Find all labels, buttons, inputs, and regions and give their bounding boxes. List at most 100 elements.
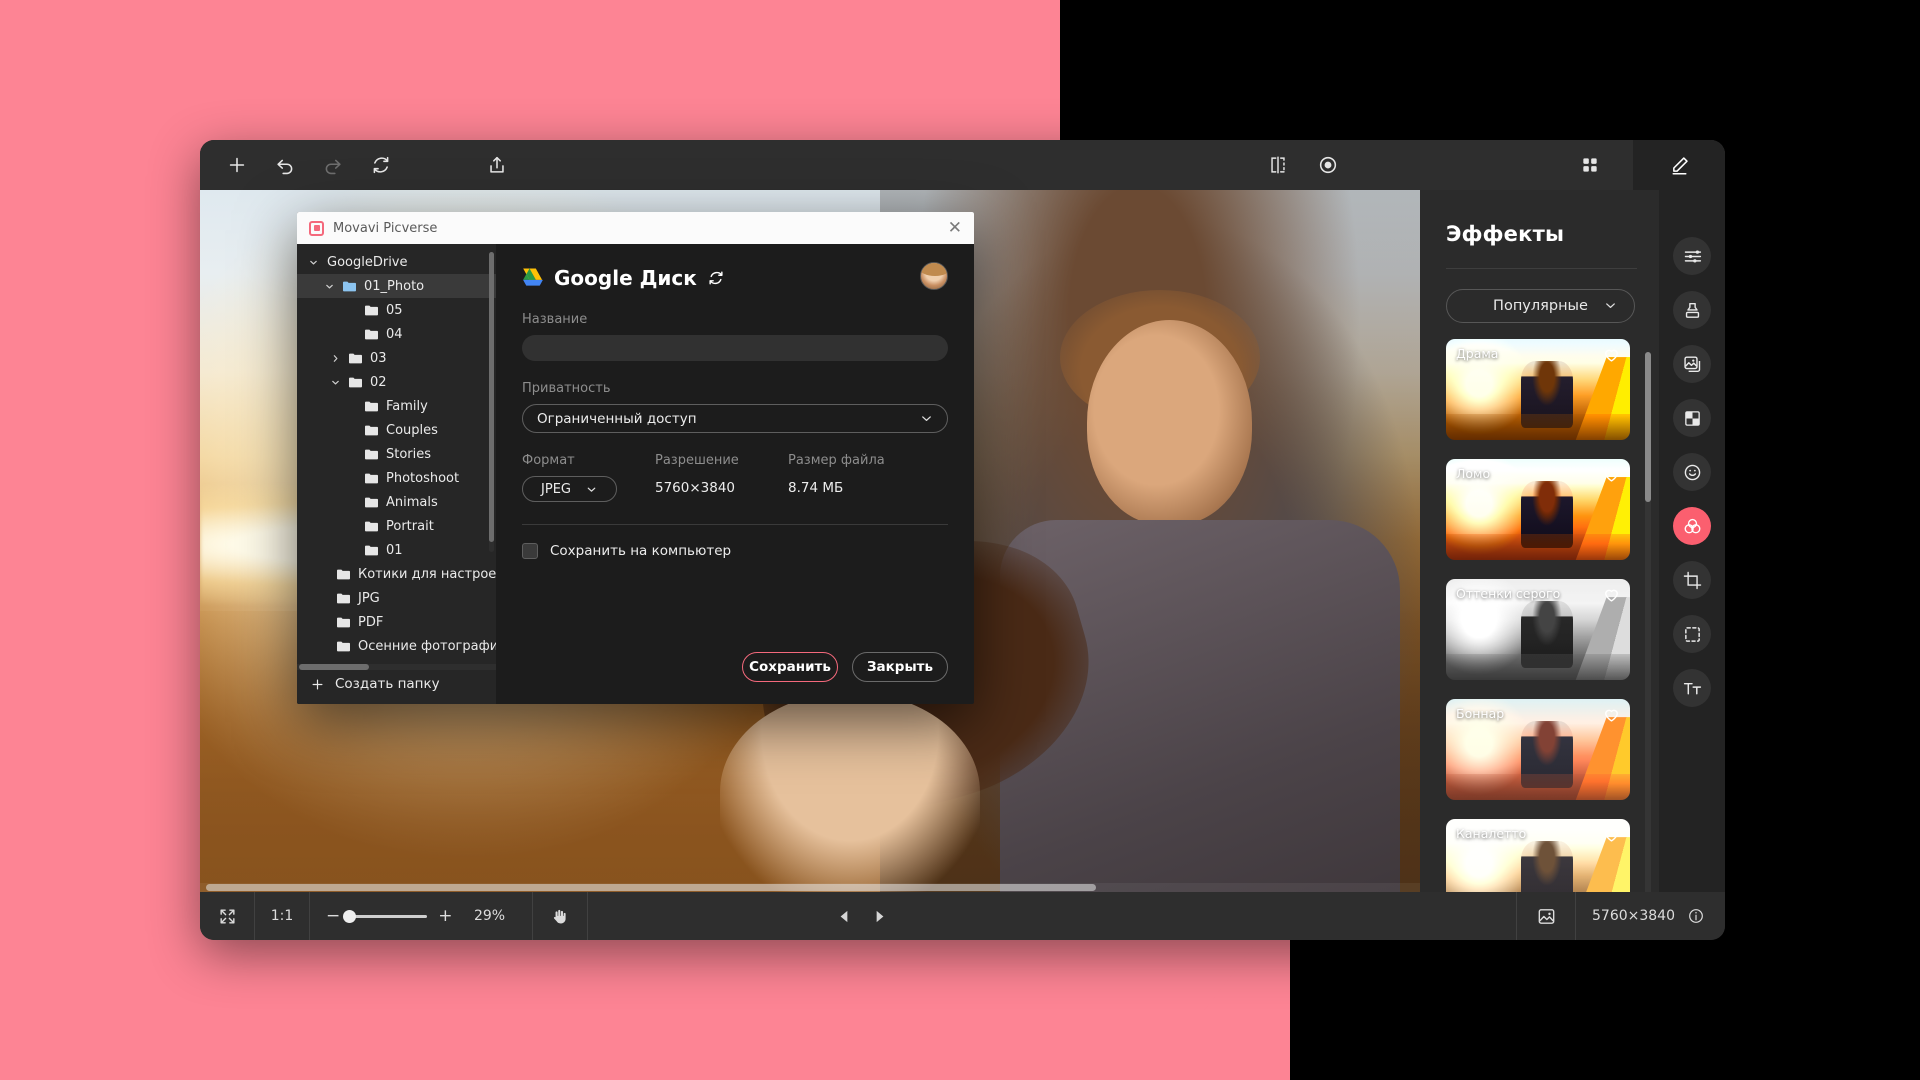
tree-row[interactable]: PDF — [297, 610, 496, 634]
checkbox-box[interactable] — [522, 543, 538, 559]
favorite-heart-icon[interactable] — [1602, 465, 1621, 484]
redo-icon[interactable] — [310, 145, 356, 185]
avatar[interactable] — [920, 262, 948, 290]
privacy-select[interactable]: Ограниченный доступ — [522, 404, 948, 433]
undo-icon[interactable] — [262, 145, 308, 185]
format-value: JPEG — [541, 481, 571, 497]
tree-row-label: Couples — [386, 422, 438, 438]
compare-icon[interactable] — [1255, 145, 1301, 185]
tree-row[interactable]: 04 — [297, 322, 496, 346]
google-drive-icon — [522, 268, 544, 288]
effects-icon[interactable] — [1673, 507, 1711, 545]
tree-row-label: Котики для настроения — [358, 566, 496, 582]
scrollbar-thumb[interactable] — [206, 884, 1096, 891]
preview-icon[interactable] — [1305, 145, 1351, 185]
tree-row[interactable]: GoogleDrive — [297, 250, 496, 274]
close-button[interactable]: Закрыть — [852, 652, 948, 682]
tree-row-label: PDF — [358, 614, 384, 630]
tree-row[interactable]: 02 — [297, 370, 496, 394]
effect-card[interactable]: Боннар — [1446, 699, 1630, 800]
save-button[interactable]: Сохранить — [742, 652, 838, 682]
stamp-icon[interactable] — [1673, 291, 1711, 329]
zoom-knob[interactable] — [343, 909, 357, 923]
tree-row[interactable]: 01 — [297, 538, 496, 562]
tree-row[interactable]: Portrait — [297, 514, 496, 538]
plus-icon — [310, 677, 325, 692]
favorite-heart-icon[interactable] — [1602, 825, 1621, 844]
scrollbar-thumb[interactable] — [1645, 352, 1651, 502]
tree-row[interactable]: Animals — [297, 490, 496, 514]
tree-row[interactable]: 03 — [297, 346, 496, 370]
zoom-track[interactable] — [343, 909, 428, 923]
image-icon[interactable] — [1517, 892, 1575, 940]
text-icon[interactable] — [1673, 669, 1711, 707]
tree-row[interactable]: Family — [297, 394, 496, 418]
tree-row[interactable]: 05 — [297, 298, 496, 322]
scrollbar-thumb[interactable] — [299, 664, 369, 670]
create-folder-button[interactable]: Создать папку — [297, 664, 496, 704]
upload-form: Google Диск Название Приватность Огранич… — [496, 244, 974, 704]
effect-card[interactable]: Драма — [1446, 339, 1630, 440]
close-icon[interactable]: ✕ — [948, 219, 962, 237]
folder-icon — [365, 425, 378, 436]
effect-card[interactable]: Оттенки серого — [1446, 579, 1630, 680]
next-icon[interactable] — [871, 908, 888, 925]
crop-icon[interactable] — [1673, 561, 1711, 599]
tree-row[interactable]: JPG — [297, 586, 496, 610]
tree-row[interactable]: Котики для настроения — [297, 562, 496, 586]
smiley-icon[interactable] — [1673, 453, 1711, 491]
save-to-computer-checkbox[interactable]: Сохранить на компьютер — [522, 543, 948, 559]
rotate-icon[interactable] — [358, 145, 404, 185]
selection-icon[interactable] — [1673, 615, 1711, 653]
canvas-horizontal-scrollbar[interactable] — [200, 883, 1420, 892]
folder-icon — [365, 449, 378, 460]
create-folder-label: Создать папку — [335, 676, 440, 692]
dialog-title: Movavi Picverse — [333, 220, 438, 236]
images-icon[interactable] — [1673, 345, 1711, 383]
zoom-slider[interactable]: − + 29% — [310, 906, 532, 926]
tree-horizontal-scrollbar[interactable] — [297, 664, 496, 670]
folder-tree[interactable]: GoogleDrive 01_Photo 05 04 03 02 Family … — [297, 244, 496, 664]
share-icon[interactable] — [474, 145, 520, 185]
resolution-value: 5760×3840 — [1592, 908, 1675, 924]
tree-row[interactable]: 01_Photo — [297, 274, 496, 298]
effects-category-select[interactable]: Популярные — [1446, 289, 1635, 323]
folder-icon — [365, 497, 378, 508]
tree-row[interactable]: Осенние фотографии — [297, 634, 496, 658]
effects-list[interactable]: Драма Ломо Оттенки серого Боннар Каналет… — [1446, 339, 1659, 892]
info-icon[interactable] — [1685, 892, 1725, 940]
chevron-down-icon[interactable] — [327, 377, 343, 388]
refresh-icon[interactable] — [707, 269, 725, 287]
effects-vertical-scrollbar[interactable] — [1645, 352, 1651, 940]
prev-icon[interactable] — [836, 908, 853, 925]
name-input[interactable] — [522, 335, 948, 361]
statusbar-right-group: 5760×3840 — [1516, 892, 1725, 940]
hand-tool-button[interactable] — [533, 892, 587, 940]
effect-card[interactable]: Каналетто — [1446, 819, 1630, 892]
save-to-computer-label: Сохранить на компьютер — [550, 543, 732, 559]
layers-icon[interactable] — [1673, 399, 1711, 437]
tree-vertical-scrollbar[interactable] — [489, 252, 494, 552]
edit-tab[interactable] — [1633, 140, 1725, 190]
zoom-out-button[interactable]: − — [326, 906, 340, 926]
favorite-heart-icon[interactable] — [1602, 585, 1621, 604]
favorite-heart-icon[interactable] — [1602, 345, 1621, 364]
tree-row[interactable]: Photoshoot — [297, 466, 496, 490]
fit-icon[interactable] — [200, 892, 254, 940]
favorite-heart-icon[interactable] — [1602, 705, 1621, 724]
chevron-down-icon[interactable] — [305, 257, 321, 268]
chevron-down-icon[interactable] — [321, 281, 337, 292]
zoom-ratio-button[interactable]: 1:1 — [255, 892, 309, 940]
scrollbar-thumb[interactable] — [489, 252, 494, 542]
tree-row-label: 01_Photo — [364, 278, 425, 294]
chevron-right-icon[interactable] — [327, 353, 343, 364]
add-icon[interactable] — [214, 145, 260, 185]
format-select[interactable]: JPEG — [522, 476, 617, 502]
zoom-in-button[interactable]: + — [438, 906, 452, 926]
effect-card[interactable]: Ломо — [1446, 459, 1630, 560]
tree-row[interactable]: Stories — [297, 442, 496, 466]
tree-row[interactable]: Couples — [297, 418, 496, 442]
adjust-icon[interactable] — [1673, 237, 1711, 275]
grid-icon[interactable] — [1567, 145, 1613, 185]
filesize-column: Размер файла 8.74 МБ — [788, 453, 885, 502]
